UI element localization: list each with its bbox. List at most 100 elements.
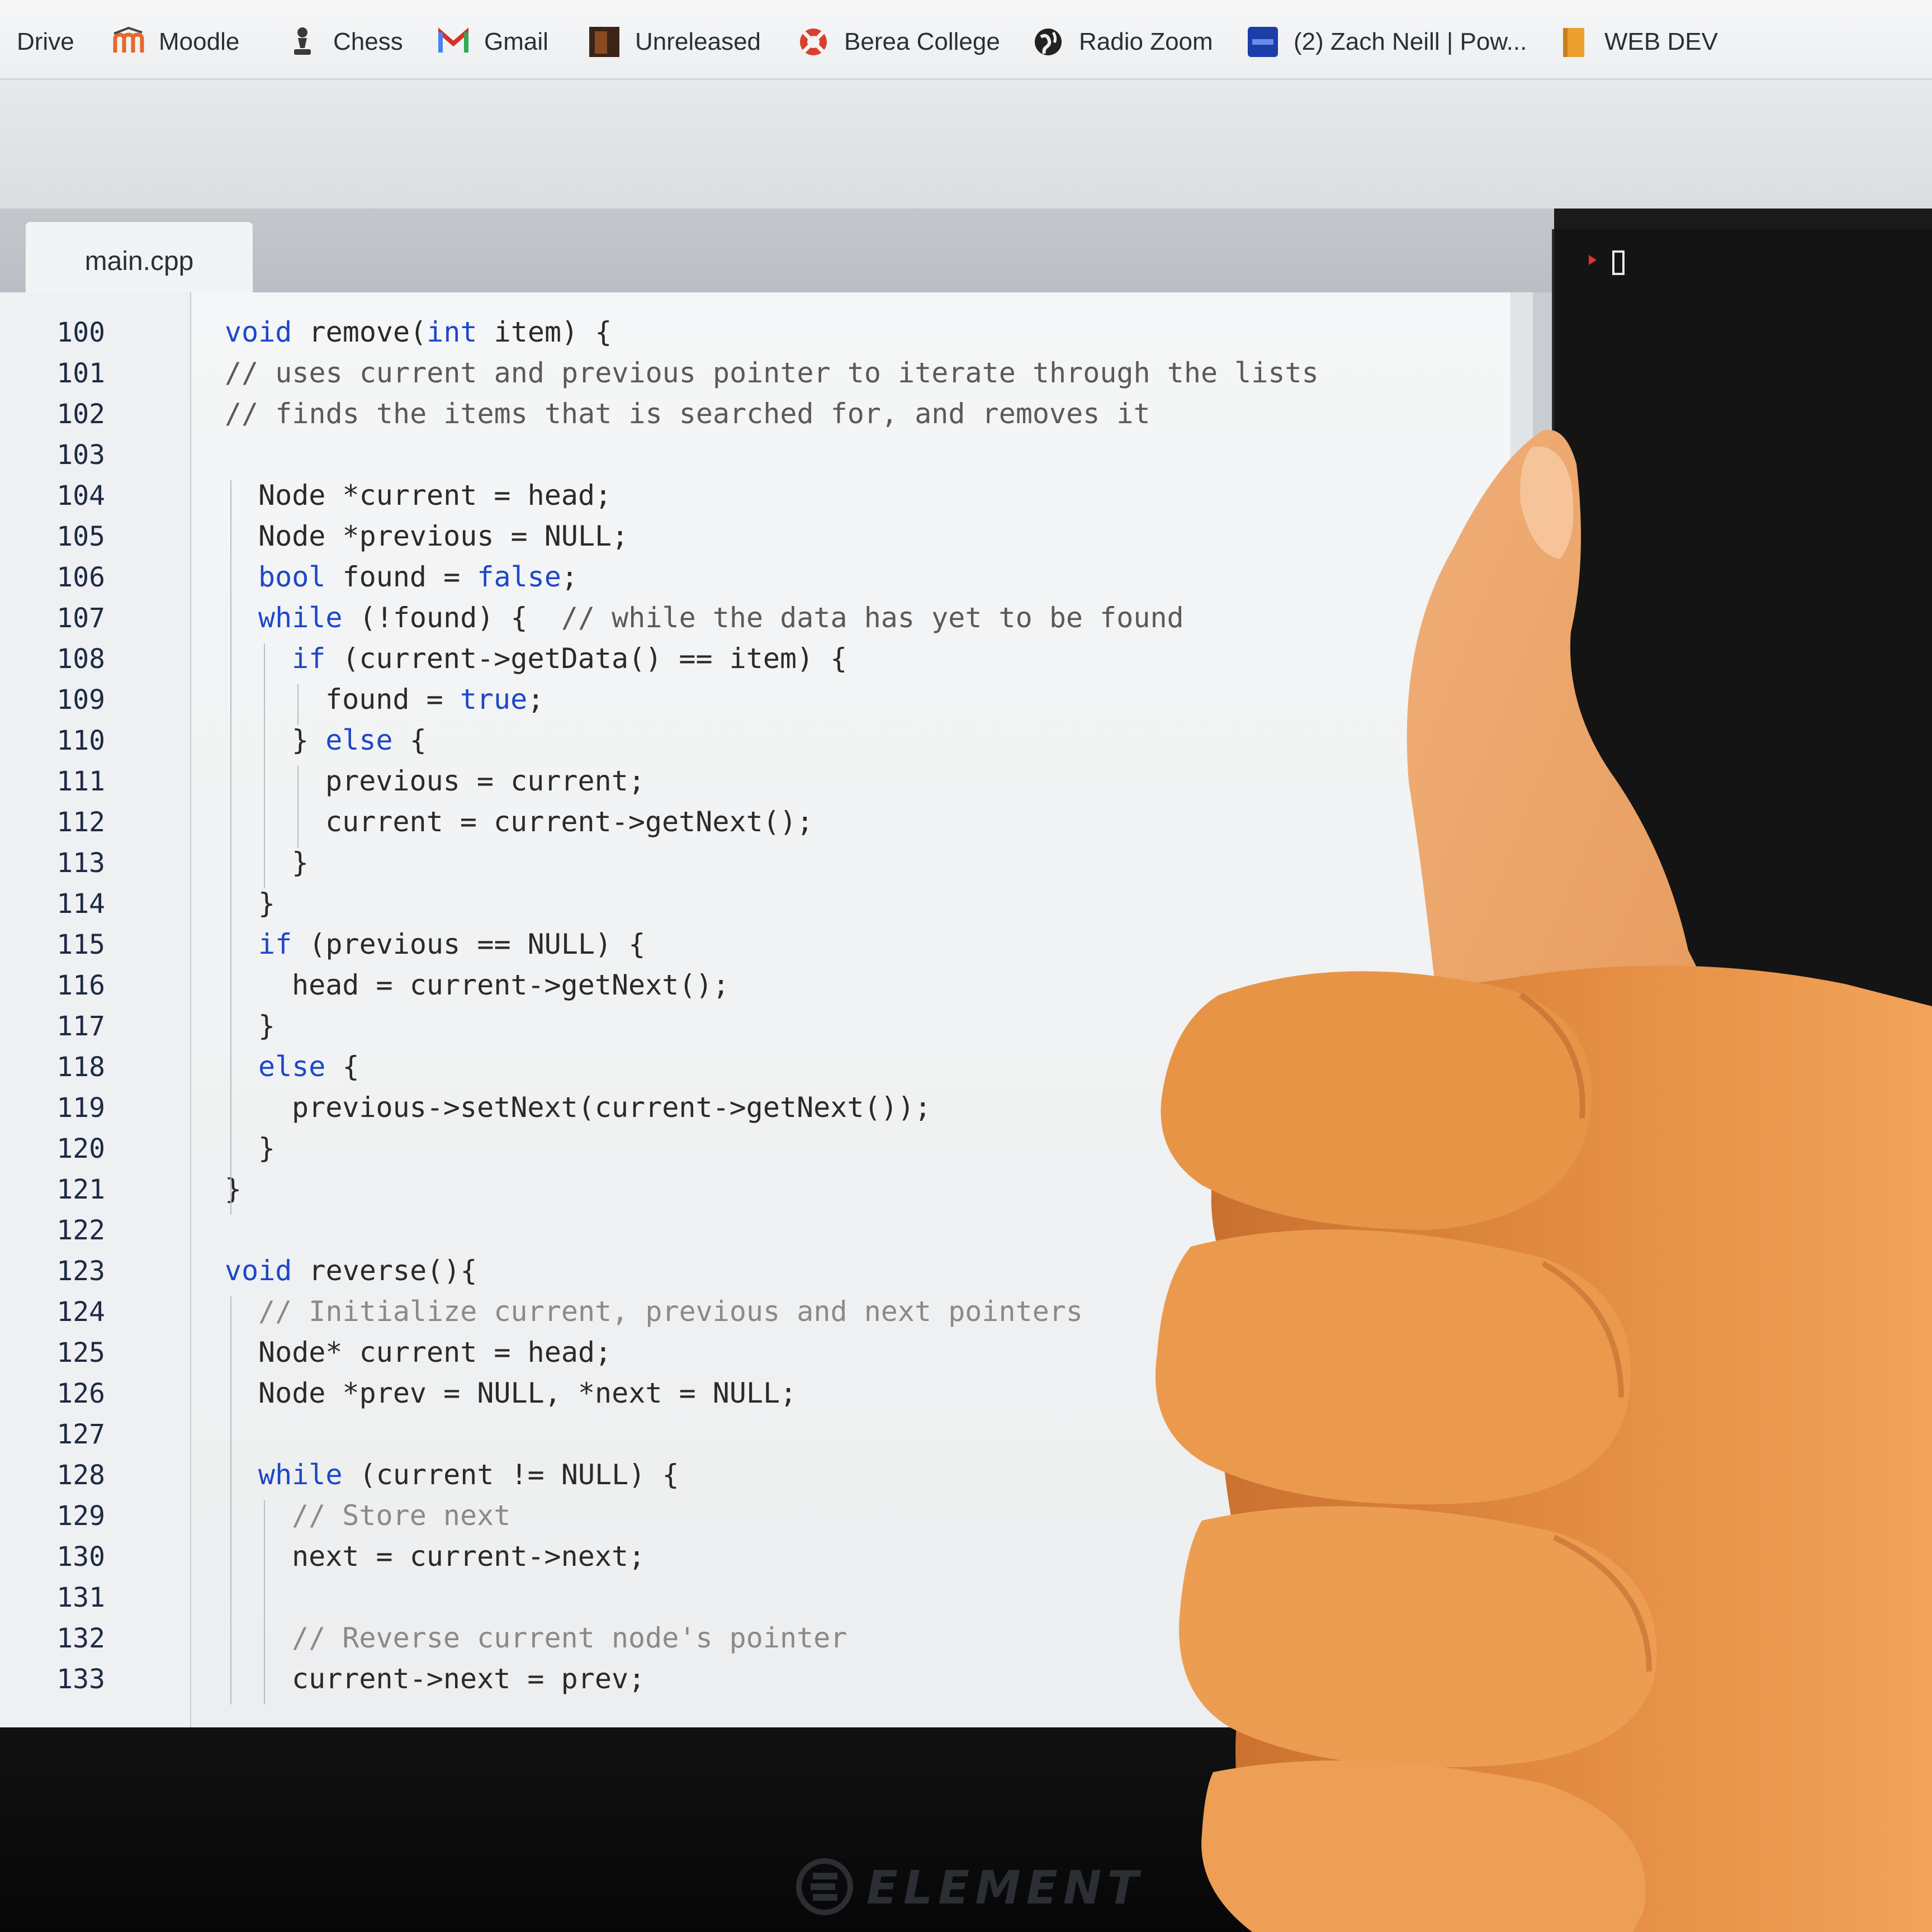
code-keyword: bool — [258, 561, 326, 593]
code-line: if (current->getData() == item) { — [292, 642, 847, 675]
bookmark-drive[interactable]: Drive — [17, 22, 74, 61]
bookmark-label: WEB DEV — [1604, 28, 1718, 55]
code-text: current = current->getNext(); — [325, 806, 813, 838]
code-line: head = current->getNext(); — [292, 969, 730, 1001]
line-number: 122 — [56, 1215, 105, 1246]
code-line: // uses current and previous pointer to … — [225, 357, 1319, 389]
code-comment: // finds the items that is searched for,… — [225, 397, 1150, 430]
editor-scrollbar[interactable] — [1510, 292, 1533, 1735]
indent-guide — [264, 643, 265, 888]
code-text: { — [325, 1050, 359, 1083]
folder-icon — [1557, 26, 1590, 58]
code-keyword: if — [258, 928, 292, 960]
terminal-panel[interactable] — [1552, 229, 1932, 1739]
bookmark-label: (2) Zach Neill | Pow... — [1294, 28, 1527, 55]
tab-label: main.cpp — [84, 246, 194, 276]
code-text: } — [258, 887, 276, 920]
code-line: } else { — [292, 724, 427, 756]
code-line: Node *previous = NULL; — [258, 520, 628, 552]
bookmark-berea-college[interactable]: Berea College — [797, 22, 1000, 61]
bookmark-label: Moodle — [159, 28, 240, 55]
page-background — [0, 80, 1932, 209]
code-text: (current->getData() == item) { — [325, 642, 847, 675]
line-number: 118 — [56, 1052, 105, 1083]
line-number: 132 — [56, 1623, 105, 1654]
code-area[interactable]: void remove(int item) { // uses current a… — [191, 292, 1510, 1735]
code-text: item) { — [477, 316, 612, 348]
bookmark-web-dev[interactable]: WEB DEV — [1557, 22, 1718, 61]
line-number-gutter: 100 101 102 103 104 105 106 107 108 109 110 111 112 1… — [0, 292, 191, 1735]
indent-guide — [297, 766, 299, 847]
line-number: 110 — [56, 725, 105, 756]
prompt-icon — [1587, 253, 1601, 267]
line-number: 107 — [56, 603, 105, 634]
code-comment: // Initialize current, previous and next… — [258, 1295, 1083, 1328]
moodle-icon — [112, 26, 144, 58]
code-line: while (current != NULL) { — [258, 1459, 679, 1491]
code-text: head = current->getNext(); — [292, 969, 730, 1001]
code-comment: // Store next — [292, 1499, 511, 1532]
code-comment: // while the data has yet to be found — [561, 602, 1184, 634]
code-text: Node *prev = NULL, *next = NULL; — [258, 1377, 797, 1409]
photo-scene: Drive Moodle Chess Gmail Unreleased Bere… — [0, 0, 1932, 1932]
code-keyword: while — [258, 1459, 343, 1491]
indent-guide — [230, 480, 231, 1215]
code-line: void reverse(){ — [225, 1254, 477, 1287]
bookmark-label: Unreleased — [635, 28, 761, 55]
code-text: next = current->next; — [292, 1540, 646, 1573]
code-line: // Store next — [292, 1499, 510, 1532]
bookmark-gmail[interactable]: Gmail — [437, 22, 548, 61]
code-line: // Reverse current node's pointer — [292, 1622, 847, 1654]
line-number: 108 — [56, 643, 105, 675]
editor-tab-strip: main.cpp — [0, 209, 1554, 300]
code-line: void remove(int item) { — [225, 316, 612, 348]
code-text: current->next = prev; — [292, 1663, 646, 1695]
code-line: } — [258, 1010, 275, 1042]
bookmark-chess[interactable]: Chess — [286, 22, 403, 61]
code-text: ; — [527, 683, 544, 716]
code-text: previous->setNext(current->getNext()); — [292, 1091, 931, 1124]
bookmark-label: Radio Zoom — [1079, 28, 1213, 55]
bookmark-unreleased[interactable]: Unreleased — [588, 22, 761, 61]
line-number: 100 — [56, 317, 105, 348]
bookmark-zach-neill[interactable]: (2) Zach Neill | Pow... — [1247, 22, 1527, 61]
code-line: next = current->next; — [292, 1540, 645, 1573]
code-line: previous->setNext(current->getNext()); — [292, 1091, 931, 1124]
code-line: while (!found) { // while the data has y… — [258, 602, 1184, 634]
bookmark-label: Gmail — [484, 28, 548, 55]
code-text: } — [292, 846, 309, 879]
code-keyword: void — [225, 1254, 292, 1287]
line-number: 123 — [56, 1256, 105, 1287]
line-number: 119 — [56, 1092, 105, 1124]
line-number: 127 — [56, 1419, 105, 1450]
bookmark-radio-zoom[interactable]: Radio Zoom — [1032, 22, 1213, 61]
code-line: Node *current = head; — [258, 479, 612, 512]
element-logo-icon — [794, 1856, 866, 1920]
code-keyword: else — [325, 724, 393, 756]
album-art-icon — [588, 26, 621, 58]
code-text: } — [292, 724, 326, 756]
code-line: found = true; — [325, 683, 544, 716]
tab-main-cpp[interactable]: main.cpp — [25, 221, 254, 300]
line-number: 125 — [56, 1337, 105, 1368]
code-line: current = current->getNext(); — [325, 806, 813, 838]
line-number: 126 — [56, 1378, 105, 1409]
code-comment: // uses current and previous pointer to … — [225, 357, 1319, 389]
globe-icon — [1032, 26, 1064, 58]
indent-guide — [230, 1296, 231, 1704]
code-text: Node* current = head; — [258, 1336, 612, 1368]
code-text: found = — [325, 683, 460, 716]
line-number: 117 — [56, 1011, 105, 1042]
code-line: Node* current = head; — [258, 1336, 612, 1368]
indent-guide — [297, 684, 299, 725]
code-text: remove( — [292, 316, 427, 348]
line-number: 101 — [56, 358, 105, 389]
code-text: } — [258, 1010, 276, 1042]
line-number: 105 — [56, 521, 105, 552]
monitor-brand-name: ELEMENT — [866, 1862, 1144, 1915]
code-line: bool found = false; — [258, 561, 578, 593]
code-editor: main.cpp 100 101 102 103 104 105 106 107 108 109 1… — [0, 209, 1554, 1735]
bookmark-moodle[interactable]: Moodle — [112, 22, 239, 61]
indent-guide — [264, 1500, 265, 1704]
code-line: if (previous == NULL) { — [258, 928, 645, 960]
